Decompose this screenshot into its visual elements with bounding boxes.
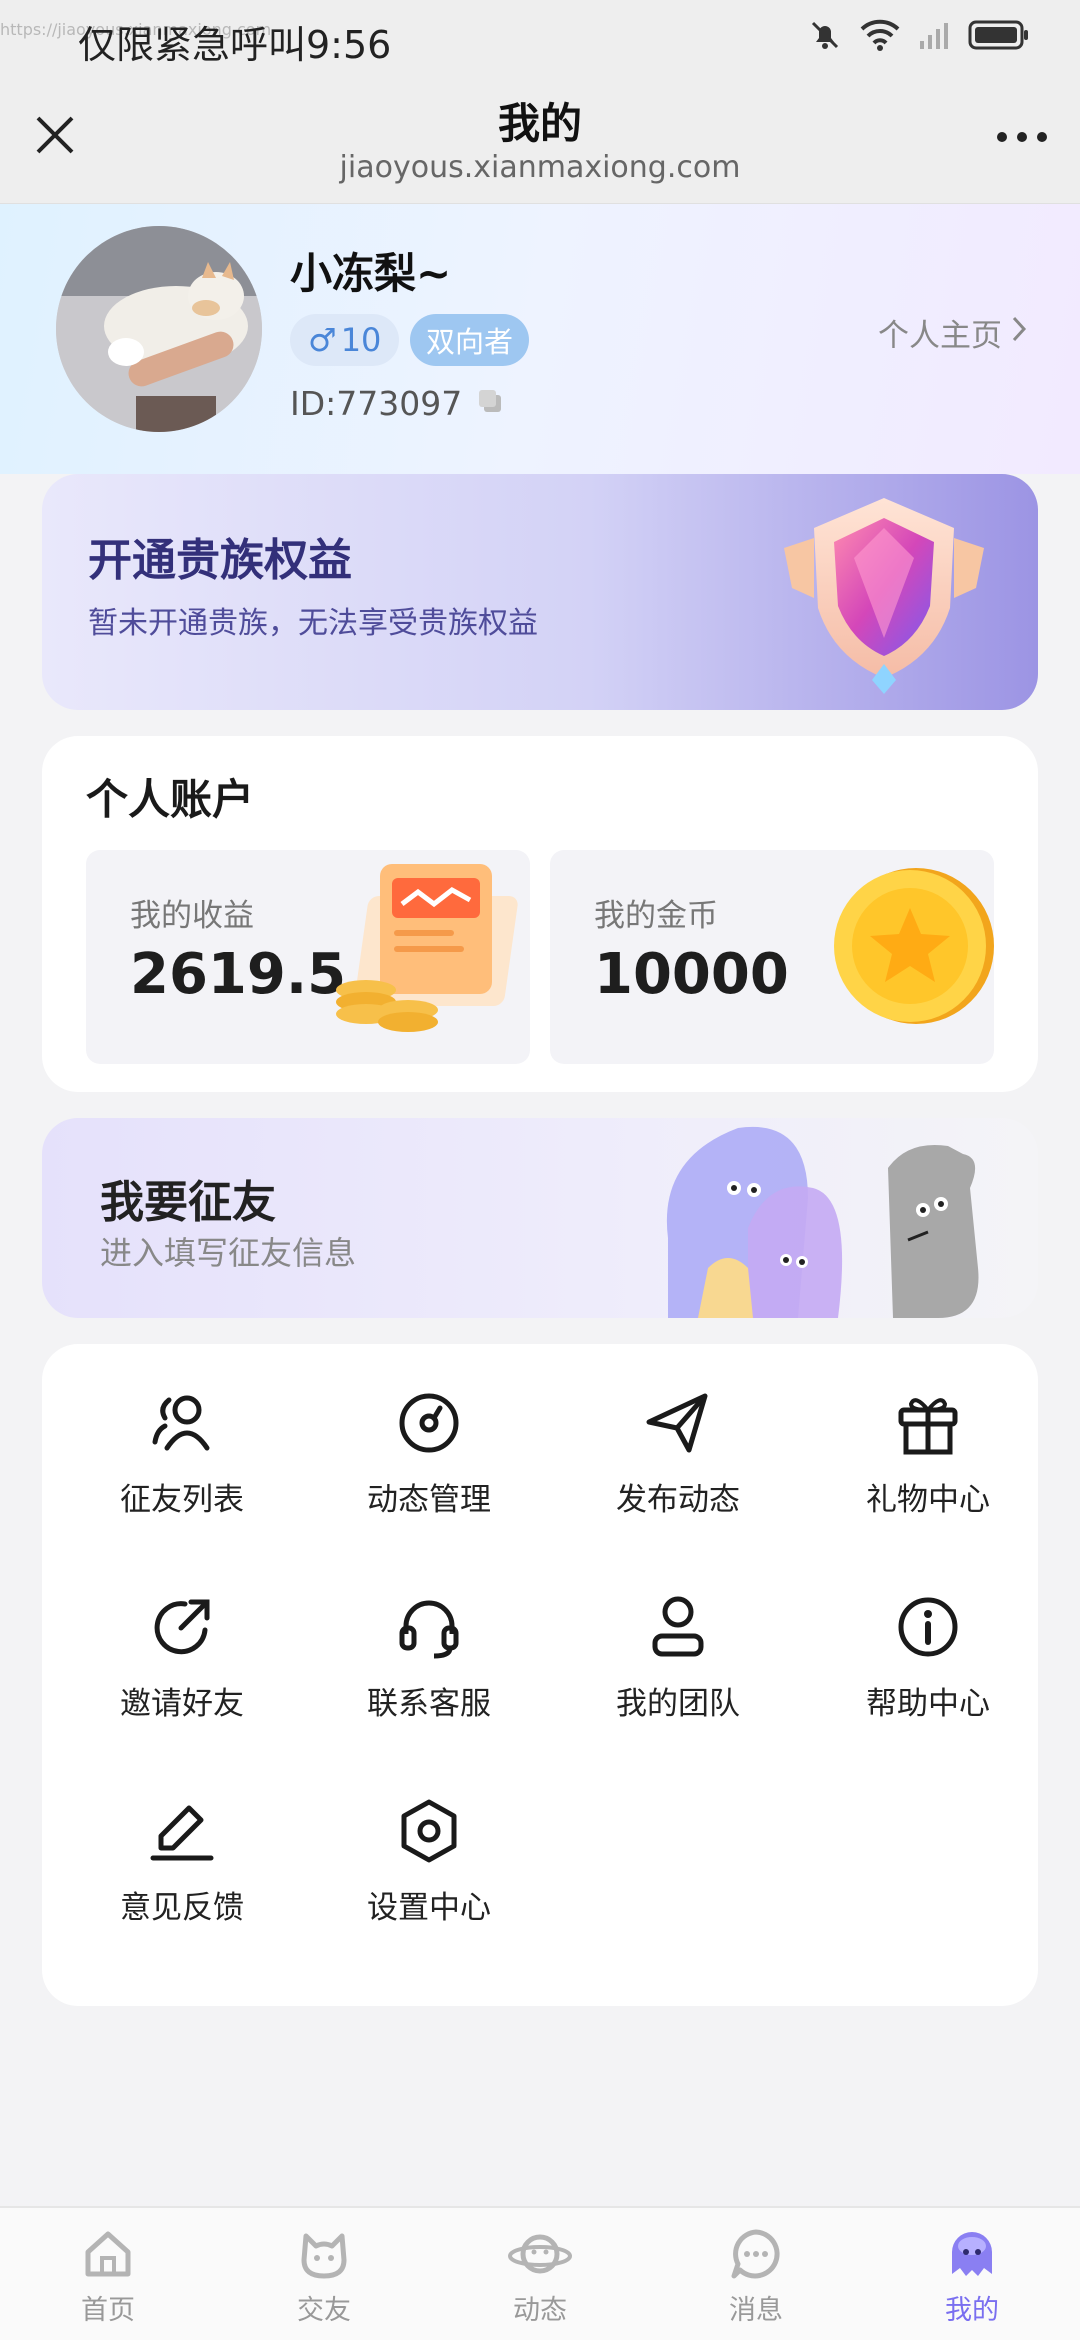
male-icon: ♂ <box>308 321 337 359</box>
find-friend-subtitle: 进入填写征友信息 <box>100 1234 357 1272</box>
tab-dating[interactable]: 交友 <box>264 2226 384 2327</box>
disc-icon <box>399 1393 459 1453</box>
nickname: 小冻梨~ <box>290 249 452 298</box>
tab-home[interactable]: 首页 <box>48 2226 168 2327</box>
edit-icon <box>150 1805 214 1861</box>
cat-icon <box>301 2233 347 2279</box>
function-label: 发布动态 <box>616 1482 740 1518</box>
user-id: ID:773097 <box>290 384 463 423</box>
battery-icon <box>968 19 1030 51</box>
account-title: 个人账户 <box>86 775 255 824</box>
function-item-gift-center[interactable]: 礼物中心 <box>828 1388 1028 1548</box>
vip-title: 开通贵族权益 <box>88 535 352 586</box>
gender-level-badge: ♂ 10 <box>290 314 400 366</box>
page-title: 我的 <box>497 99 582 148</box>
gift-icon <box>898 1398 958 1455</box>
function-label: 征友列表 <box>120 1482 244 1518</box>
function-label: 帮助中心 <box>866 1686 990 1722</box>
coins-label: 我的金币 <box>594 898 718 934</box>
earnings-wallet-icon <box>336 864 518 1032</box>
function-label: 设置中心 <box>367 1890 491 1926</box>
tab-messages[interactable]: 消息 <box>696 2226 816 2327</box>
homepage-link[interactable]: 个人主页 <box>878 310 1028 355</box>
function-item-settings[interactable]: 设置中心 <box>329 1796 529 1956</box>
chevron-right-icon <box>1010 314 1028 352</box>
find-friend-title: 我要征友 <box>100 1177 276 1228</box>
find-friend-banner[interactable]: 我要征友 进入填写征友信息 <box>42 1118 1038 1318</box>
earnings-tile[interactable]: 我的收益 2619.5 <box>86 850 530 1064</box>
function-label: 邀请好友 <box>120 1686 244 1722</box>
gold-coin-icon <box>834 868 994 1024</box>
bottom-tab-bar: 首页 交友 动态 消息 我的 <box>0 2206 1080 2340</box>
coins-value: 10000 <box>594 942 789 1007</box>
wifi-icon <box>860 19 900 51</box>
function-grid: 征友列表 动态管理 发布动态 礼物中心 邀请好友 联系客服 我的团队 帮助中心 … <box>42 1344 1038 2006</box>
vip-banner[interactable]: 开通贵族权益 暂未开通贵族，无法享受贵族权益 <box>42 474 1038 710</box>
function-label: 我的团队 <box>616 1686 740 1722</box>
person-icon <box>652 1596 704 1657</box>
mascot-illustration <box>666 1126 979 1318</box>
account-card: 个人账户 我的收益 2619.5 我的金币 10000 <box>42 736 1038 1092</box>
nav-bar: 我的 jiaoyous.xianmaxiong.com <box>0 72 1080 204</box>
mute-bell-icon <box>808 18 842 52</box>
share-arrow-icon <box>154 1599 210 1655</box>
profile-header: 小冻梨~ ♂ 10 双向者 ID:773097 个人主页 <box>0 204 1080 474</box>
homepage-label: 个人主页 <box>878 318 1002 354</box>
tab-label: 交友 <box>297 2295 351 2326</box>
function-item-post-management[interactable]: 动态管理 <box>329 1388 529 1548</box>
planet-icon <box>508 2234 572 2274</box>
headset-icon <box>399 1600 459 1659</box>
function-label: 联系客服 <box>367 1686 491 1722</box>
copy-icon[interactable] <box>476 384 504 423</box>
chat-icon <box>731 2229 780 2279</box>
page-url: jiaoyous.xianmaxiong.com <box>339 150 741 185</box>
function-item-my-team[interactable]: 我的团队 <box>578 1592 778 1752</box>
function-item-customer-service[interactable]: 联系客服 <box>329 1592 529 1752</box>
settings-hex-icon <box>401 1799 457 1863</box>
tab-mine[interactable]: 我的 <box>912 2226 1032 2327</box>
tab-moments[interactable]: 动态 <box>480 2226 600 2327</box>
info-icon <box>898 1597 958 1657</box>
function-label: 礼物中心 <box>866 1482 990 1518</box>
tab-label: 消息 <box>729 2295 783 2326</box>
avatar[interactable] <box>56 226 262 432</box>
ghost-icon <box>952 2232 992 2276</box>
more-icon[interactable] <box>992 122 1052 152</box>
vip-subtitle: 暂未开通贵族，无法享受贵族权益 <box>88 606 538 641</box>
coins-tile[interactable]: 我的金币 10000 <box>550 850 994 1064</box>
function-item-invite-friends[interactable]: 邀请好友 <box>82 1592 282 1752</box>
signal-icon <box>918 19 950 51</box>
tab-label: 动态 <box>513 2295 567 2326</box>
home-icon <box>85 2231 131 2277</box>
tab-label: 我的 <box>945 2295 999 2326</box>
user-id-row: ID:773097 <box>290 384 504 423</box>
send-icon <box>646 1393 708 1453</box>
status-icons <box>808 18 1030 52</box>
earnings-label: 我的收益 <box>130 898 254 934</box>
earnings-value: 2619.5 <box>130 942 347 1007</box>
function-label: 意见反馈 <box>120 1890 244 1926</box>
function-label: 动态管理 <box>367 1482 491 1518</box>
users-icon <box>152 1395 210 1451</box>
role-badge: 双向者 <box>410 314 530 366</box>
vip-shield-icon <box>774 488 994 698</box>
tab-label: 首页 <box>81 2295 135 2326</box>
status-bar: https://jiaoyous.xianmaxiong.com 仅限紧急呼叫9… <box>0 0 1080 72</box>
function-item-friend-list[interactable]: 征友列表 <box>82 1388 282 1548</box>
function-item-help-center[interactable]: 帮助中心 <box>828 1592 1028 1752</box>
status-time: 仅限紧急呼叫9:56 <box>78 23 392 67</box>
function-item-publish-post[interactable]: 发布动态 <box>578 1388 778 1548</box>
function-item-feedback[interactable]: 意见反馈 <box>82 1796 282 1956</box>
level-value: 10 <box>340 321 382 359</box>
